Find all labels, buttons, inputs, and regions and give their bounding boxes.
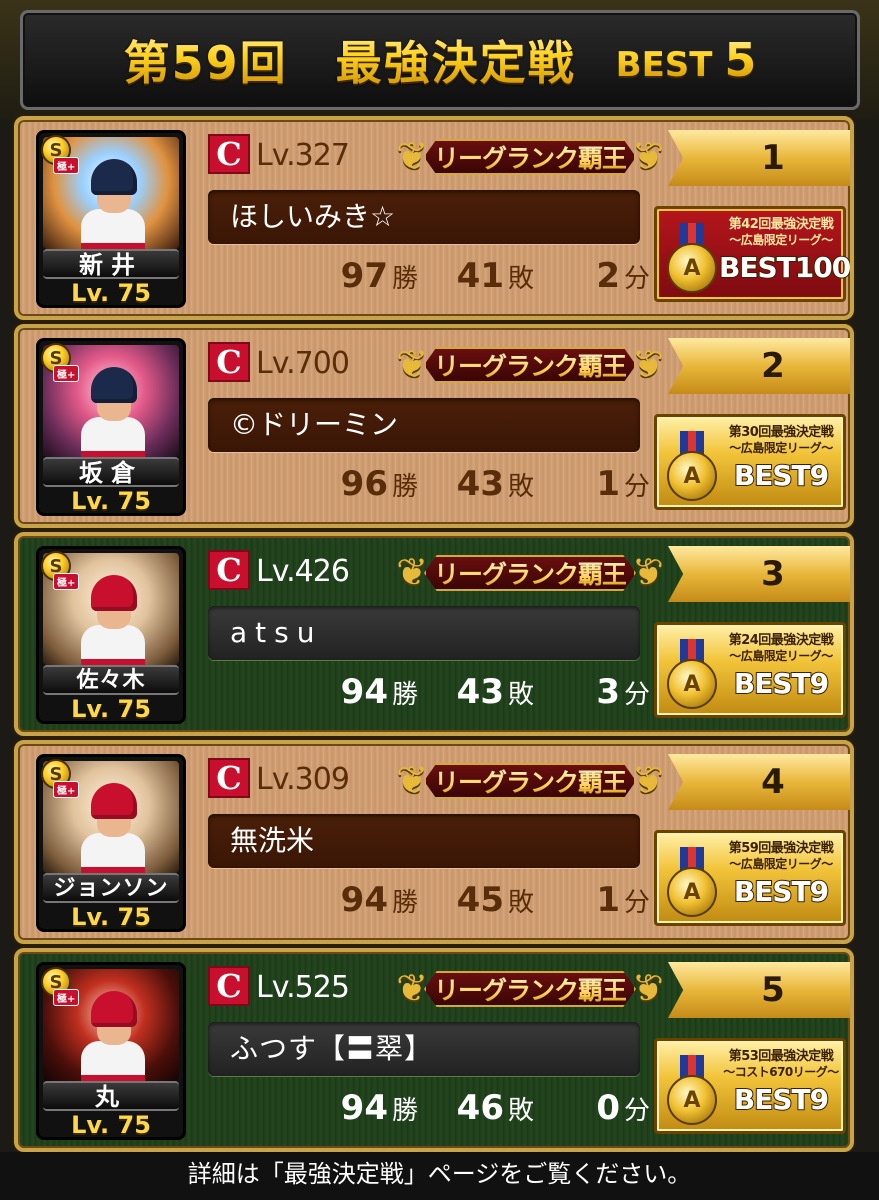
rank-banner: ❦ リーグランク覇王 ❦: [390, 756, 670, 804]
place-badge: 3: [668, 546, 850, 602]
player-card[interactable]: S 極+ 坂倉 Lv. 75: [36, 338, 186, 516]
rarity-tag: 極+: [53, 989, 80, 1006]
player-name: ジョンソン: [43, 873, 179, 903]
title-bar: 第59回 最強決定戦 BEST 5: [20, 10, 860, 110]
losses: 43: [456, 672, 504, 712]
tournament-medal: A 第24回最強決定戦 ～広島限定リーグ～ BEST9: [654, 622, 846, 718]
rank-title: リーグランク覇王: [434, 139, 627, 175]
place-badge: 4: [668, 754, 850, 810]
ranking-entry-4[interactable]: S 極+ ジョンソン Lv. 75 C Lv.309 ❦ リーグランク覇王 ❦ …: [14, 740, 854, 944]
player-level: Lv. 75: [71, 279, 151, 307]
rarity-tag: 極+: [53, 157, 80, 174]
place-number: 3: [761, 554, 785, 594]
rarity-tag: 極+: [53, 781, 80, 798]
rank-banner: ❦ リーグランク覇王 ❦: [390, 340, 670, 388]
draws: 1: [596, 464, 620, 504]
user-name: atsu: [208, 606, 640, 660]
losses: 41: [456, 256, 504, 296]
laurel-icon: ❦: [632, 758, 664, 802]
ranking-entry-2[interactable]: S 極+ 坂倉 Lv. 75 C Lv.700 ❦ リーグランク覇王 ❦ 2 ©…: [14, 324, 854, 528]
carp-logo-icon: C: [208, 550, 250, 590]
rank-banner: ❦ リーグランク覇王 ❦: [390, 964, 670, 1012]
player-level: Lv. 75: [71, 695, 151, 723]
rank-title: リーグランク覇王: [434, 555, 627, 591]
user-level: Lv.309: [256, 762, 350, 797]
draws: 1: [596, 880, 620, 920]
user-name: ふつす【〓翠】: [208, 1022, 640, 1076]
laurel-icon: ❦: [632, 550, 664, 594]
ranking-entry-5[interactable]: S 極+ 丸 Lv. 75 C Lv.525 ❦ リーグランク覇王 ❦ 5 ふつ…: [14, 948, 854, 1152]
place-badge: 2: [668, 338, 850, 394]
player-name: 坂倉: [43, 457, 179, 487]
wins: 94: [340, 1088, 388, 1128]
player-name: 丸: [43, 1081, 179, 1111]
user-level: Lv.525: [256, 970, 350, 1005]
footer-note: 詳細は「最強決定戦」ページをご覧ください。: [0, 1152, 879, 1200]
wins: 97: [340, 256, 388, 296]
place-badge: 1: [668, 130, 850, 186]
win-loss-record: 94 勝 45 敗 1分: [340, 880, 650, 920]
losses: 45: [456, 880, 504, 920]
tournament-medal: A 第42回最強決定戦 ～広島限定リーグ～ BEST100: [654, 206, 850, 302]
draws: 0: [596, 1088, 620, 1128]
ranking-entry-3[interactable]: S 極+ 佐々木 Lv. 75 C Lv.426 ❦ リーグランク覇王 ❦ 3 …: [14, 532, 854, 736]
wins: 94: [340, 880, 388, 920]
tournament-medal: A 第59回最強決定戦 ～広島限定リーグ～ BEST9: [654, 830, 846, 926]
wins: 96: [340, 464, 388, 504]
place-number: 2: [761, 346, 785, 386]
place-number: 4: [761, 762, 785, 802]
ranking-entry-1[interactable]: S 極+ 新井 Lv. 75 C Lv.327 ❦ リーグランク覇王 ❦ 1 ほ…: [14, 116, 854, 320]
wins: 94: [340, 672, 388, 712]
carp-logo-icon: C: [208, 134, 250, 174]
losses: 43: [456, 464, 504, 504]
best-label: BEST 5: [615, 33, 757, 87]
player-name: 新井: [43, 249, 179, 279]
medal-icon: A: [663, 1055, 721, 1127]
player-card[interactable]: S 極+ 新井 Lv. 75: [36, 130, 186, 308]
tournament-medal: A 第30回最強決定戦 ～広島限定リーグ～ BEST9: [654, 414, 846, 510]
page-title: 第59回 最強決定戦: [124, 27, 576, 93]
user-level: Lv.327: [256, 138, 350, 173]
player-level: Lv. 75: [71, 487, 151, 515]
user-name: 無洗米: [208, 814, 640, 868]
laurel-icon: ❦: [632, 966, 664, 1010]
win-loss-record: 96 勝 43 敗 1分: [340, 464, 650, 504]
user-level: Lv.426: [256, 554, 350, 589]
carp-logo-icon: C: [208, 966, 250, 1006]
place-number: 5: [761, 970, 785, 1010]
tournament-medal: A 第53回最強決定戦 ～コスト670リーグ～ BEST9: [654, 1038, 846, 1134]
medal-icon: A: [663, 847, 721, 919]
rank-banner: ❦ リーグランク覇王 ❦: [390, 132, 670, 180]
draws: 2: [596, 256, 620, 296]
player-card[interactable]: S 極+ 佐々木 Lv. 75: [36, 546, 186, 724]
medal-icon: A: [663, 639, 721, 711]
losses: 46: [456, 1088, 504, 1128]
medal-icon: A: [663, 431, 721, 503]
rarity-tag: 極+: [53, 365, 80, 382]
laurel-icon: ❦: [632, 342, 664, 386]
draws: 3: [596, 672, 620, 712]
rank-banner: ❦ リーグランク覇王 ❦: [390, 548, 670, 596]
player-card[interactable]: S 極+ ジョンソン Lv. 75: [36, 754, 186, 932]
user-level: Lv.700: [256, 346, 350, 381]
player-level: Lv. 75: [71, 1111, 151, 1139]
rank-title: リーグランク覇王: [434, 971, 627, 1007]
rarity-tag: 極+: [53, 573, 80, 590]
user-name: ほしいみき☆: [208, 190, 640, 244]
player-name: 佐々木: [43, 665, 179, 695]
carp-logo-icon: C: [208, 758, 250, 798]
win-loss-record: 97 勝 41 敗 2分: [340, 256, 650, 296]
laurel-icon: ❦: [632, 134, 664, 178]
place-number: 1: [761, 138, 785, 178]
win-loss-record: 94 勝 43 敗 3分: [340, 672, 650, 712]
medal-icon: A: [663, 223, 721, 295]
carp-logo-icon: C: [208, 342, 250, 382]
rank-title: リーグランク覇王: [434, 763, 627, 799]
rank-title: リーグランク覇王: [434, 347, 627, 383]
user-name: ©ドリーミン: [208, 398, 640, 452]
win-loss-record: 94 勝 46 敗 0分: [340, 1088, 650, 1128]
player-card[interactable]: S 極+ 丸 Lv. 75: [36, 962, 186, 1140]
place-badge: 5: [668, 962, 850, 1018]
player-level: Lv. 75: [71, 903, 151, 931]
